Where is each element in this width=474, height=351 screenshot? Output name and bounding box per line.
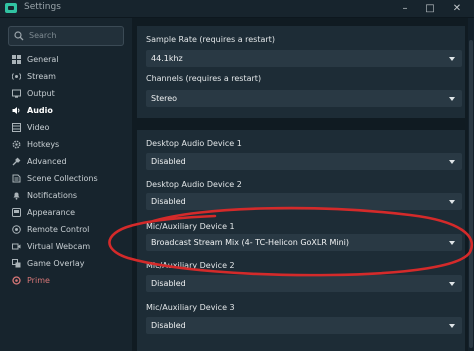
mic-aux-2-value: Disabled: [151, 279, 186, 288]
channels-label: Channels (requires a restart): [146, 74, 262, 83]
sidebar-item-prime[interactable]: Prime: [0, 272, 132, 289]
devices-panel: Desktop Audio Device 1 Disabled Desktop …: [137, 130, 465, 351]
webcam-icon: [12, 242, 21, 251]
desktop-audio-1-select[interactable]: Disabled: [146, 153, 462, 170]
sidebar-item-stream[interactable]: Stream: [0, 68, 132, 85]
window-title: Settings: [24, 2, 61, 12]
desktop-audio-2-value: Disabled: [151, 197, 186, 206]
sidebar-item-advanced[interactable]: Advanced: [0, 153, 132, 170]
output-icon: [12, 89, 21, 98]
tools-icon: [12, 157, 21, 166]
search-input[interactable]: [29, 28, 117, 43]
sidebar-item-game-overlay[interactable]: Game Overlay: [0, 255, 132, 272]
prime-icon: [12, 276, 21, 285]
chevron-down-icon: [449, 200, 455, 204]
mic-aux-2-select[interactable]: Disabled: [146, 275, 462, 292]
sidebar-item-label: Prime: [27, 276, 50, 285]
search-icon: [14, 31, 24, 41]
chevron-down-icon: [449, 282, 455, 286]
sidebar-item-appearance[interactable]: Appearance: [0, 204, 132, 221]
sidebar-item-label: General: [27, 55, 59, 64]
settings-sidebar: General Stream Output Audio Video Hotkey…: [0, 18, 132, 351]
sidebar-item-label: Stream: [27, 72, 56, 81]
sample-rate-select[interactable]: 44.1khz: [146, 50, 462, 67]
format-panel: Sample Rate (requires a restart) 44.1khz…: [137, 26, 465, 118]
chevron-down-icon: [449, 241, 455, 245]
sidebar-item-virtual-webcam[interactable]: Virtual Webcam: [0, 238, 132, 255]
search-box[interactable]: [8, 26, 124, 46]
sidebar-item-label: Audio: [27, 106, 53, 115]
minimize-button[interactable]: –: [395, 0, 415, 17]
desktop-audio-1-label: Desktop Audio Device 1: [146, 139, 242, 148]
speaker-icon: [12, 106, 21, 115]
desktop-audio-2-select[interactable]: Disabled: [146, 193, 462, 210]
keyboard-icon: [12, 140, 21, 149]
mic-aux-2-label: Mic/Auxiliary Device 2: [146, 261, 235, 270]
video-icon: [12, 123, 21, 132]
sidebar-item-video[interactable]: Video: [0, 119, 132, 136]
bell-icon: [12, 191, 21, 200]
sample-rate-label: Sample Rate (requires a restart): [146, 35, 275, 44]
scrollbar-thumb[interactable]: [469, 40, 473, 348]
scenes-icon: [12, 174, 21, 183]
gear-icon: [12, 55, 21, 64]
sidebar-item-label: Video: [27, 123, 50, 132]
sidebar-item-label: Scene Collections: [27, 174, 98, 183]
mic-aux-3-value: Disabled: [151, 321, 186, 330]
chevron-down-icon: [449, 57, 455, 61]
desktop-audio-2-label: Desktop Audio Device 2: [146, 180, 242, 189]
overlay-icon: [12, 259, 21, 268]
mic-aux-1-select[interactable]: Broadcast Stream Mix (4- TC-Helicon GoXL…: [146, 234, 462, 251]
sidebar-item-label: Appearance: [27, 208, 76, 217]
broadcast-icon: [12, 72, 21, 81]
sidebar-item-output[interactable]: Output: [0, 85, 132, 102]
sidebar-item-remote-control[interactable]: Remote Control: [0, 221, 132, 238]
sidebar-item-scene-collections[interactable]: Scene Collections: [0, 170, 132, 187]
mic-aux-1-label: Mic/Auxiliary Device 1: [146, 222, 235, 231]
maximize-button[interactable]: □: [420, 0, 440, 17]
sidebar-item-label: Virtual Webcam: [27, 242, 91, 251]
palette-icon: [12, 208, 21, 217]
sidebar-item-label: Notifications: [27, 191, 78, 200]
desktop-audio-1-value: Disabled: [151, 157, 186, 166]
sidebar-item-label: Remote Control: [27, 225, 90, 234]
chevron-down-icon: [449, 160, 455, 164]
remote-icon: [12, 225, 21, 234]
chevron-down-icon: [449, 324, 455, 328]
sample-rate-value: 44.1khz: [151, 54, 183, 63]
sidebar-item-hotkeys[interactable]: Hotkeys: [0, 136, 132, 153]
app-logo-icon: [5, 3, 17, 13]
chevron-down-icon: [449, 97, 455, 101]
close-button[interactable]: ✕: [447, 0, 467, 17]
mic-aux-1-value: Broadcast Stream Mix (4- TC-Helicon GoXL…: [151, 238, 350, 247]
sidebar-item-label: Game Overlay: [27, 259, 85, 268]
sidebar-item-label: Hotkeys: [27, 140, 60, 149]
mic-aux-3-label: Mic/Auxiliary Device 3: [146, 303, 235, 312]
sidebar-item-label: Output: [27, 89, 55, 98]
sidebar-item-audio[interactable]: Audio: [0, 102, 132, 119]
sidebar-item-label: Advanced: [27, 157, 67, 166]
channels-select[interactable]: Stereo: [146, 90, 462, 107]
sidebar-item-notifications[interactable]: Notifications: [0, 187, 132, 204]
content-scrollbar[interactable]: [468, 18, 474, 351]
title-bar: Settings – □ ✕: [0, 0, 474, 18]
mic-aux-3-select[interactable]: Disabled: [146, 317, 462, 334]
settings-nav: General Stream Output Audio Video Hotkey…: [0, 51, 132, 289]
channels-value: Stereo: [151, 94, 178, 103]
sidebar-item-general[interactable]: General: [0, 51, 132, 68]
